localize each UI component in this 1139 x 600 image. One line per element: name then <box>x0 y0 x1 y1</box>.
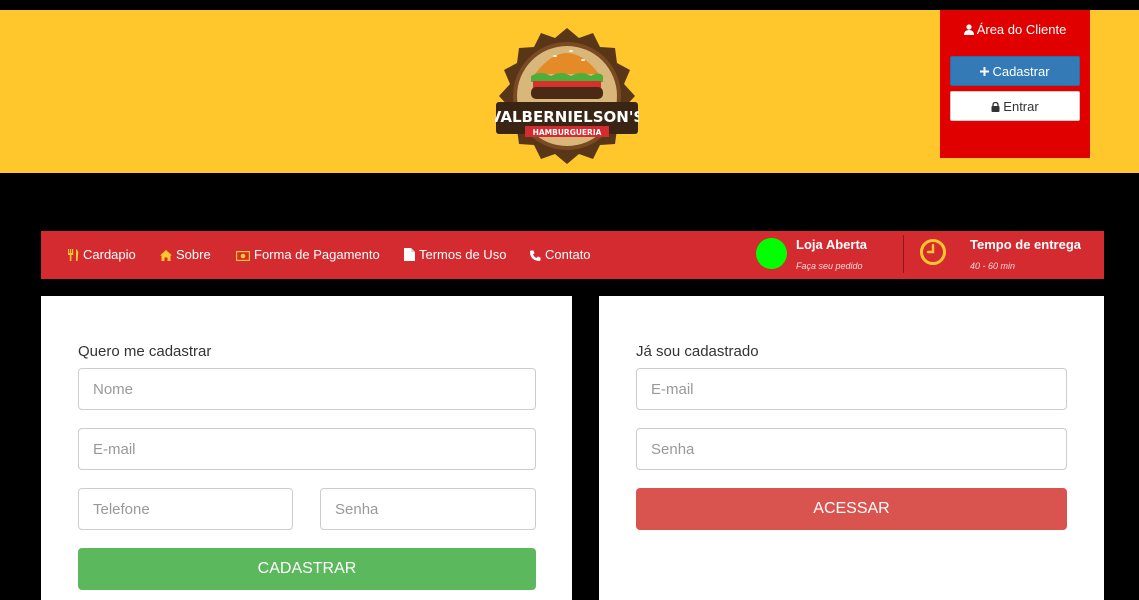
nav-item-contato[interactable]: Contato <box>530 231 591 279</box>
register-submit-button[interactable]: CADASTRAR <box>78 548 536 590</box>
lock-icon <box>991 101 1000 112</box>
nav-item-forma-de-pagamento[interactable]: Forma de Pagamento <box>235 231 380 279</box>
nav-label-contato: Contato <box>545 247 591 262</box>
register-card: Quero me cadastrar CADASTRAR <box>41 296 572 600</box>
delivery-time-value: 40 - 60 min <box>970 261 1016 271</box>
document-icon <box>404 248 415 261</box>
register-email-input[interactable] <box>78 428 536 470</box>
nav-label-termos-de-uso: Termos de Uso <box>419 247 507 262</box>
main-navbar: Cardapio Sobre Forma de Pagamento Termos… <box>41 231 1104 279</box>
register-password-input[interactable] <box>320 488 536 530</box>
user-icon <box>963 24 974 35</box>
utensils-icon <box>68 249 79 261</box>
navbar-divider <box>903 235 904 273</box>
login-email-input[interactable] <box>636 368 1067 410</box>
store-status-title: Loja Aberta <box>796 237 868 252</box>
nav-label-forma-de-pagamento: Forma de Pagamento <box>254 247 380 262</box>
client-area-box: Área do Cliente Cadastrar Entrar <box>940 10 1090 158</box>
register-title: Quero me cadastrar <box>78 343 212 360</box>
client-register-button[interactable]: Cadastrar <box>950 56 1080 86</box>
client-area-label: Área do Cliente <box>976 22 1067 37</box>
phone-icon <box>530 250 541 261</box>
login-title: Já sou cadastrado <box>636 343 759 360</box>
clock-icon <box>920 239 946 265</box>
register-phone-input[interactable] <box>78 488 293 530</box>
register-name-input[interactable] <box>78 368 536 410</box>
plus-icon <box>980 67 990 76</box>
store-status-indicator <box>756 238 787 269</box>
login-card: Já sou cadastrado ACESSAR <box>599 296 1104 600</box>
login-password-input[interactable] <box>636 428 1067 470</box>
client-area-title: Área do Cliente <box>940 22 1090 37</box>
client-login-button[interactable]: Entrar <box>950 91 1080 121</box>
nav-item-termos-de-uso[interactable]: Termos de Uso <box>404 231 506 279</box>
client-register-label: Cadastrar <box>992 63 1050 79</box>
home-icon <box>160 250 172 261</box>
brand-name: VALBERNIELSON'S <box>495 108 639 126</box>
brand-logo: VALBERNIELSON'S HAMBURGUERIA <box>495 28 639 164</box>
nav-label-sobre: Sobre <box>176 247 211 262</box>
brand-tagline: HAMBURGUERIA <box>533 128 602 137</box>
nav-item-cardapio[interactable]: Cardapio <box>68 231 136 279</box>
client-login-label: Entrar <box>1003 98 1039 114</box>
store-status-subtitle: Faça seu pedido <box>796 261 863 271</box>
money-icon <box>235 250 251 262</box>
delivery-time-title: Tempo de entrega <box>970 237 1082 252</box>
login-submit-button[interactable]: ACESSAR <box>636 488 1067 530</box>
nav-item-sobre[interactable]: Sobre <box>160 231 211 279</box>
nav-label-cardapio: Cardapio <box>83 247 136 262</box>
